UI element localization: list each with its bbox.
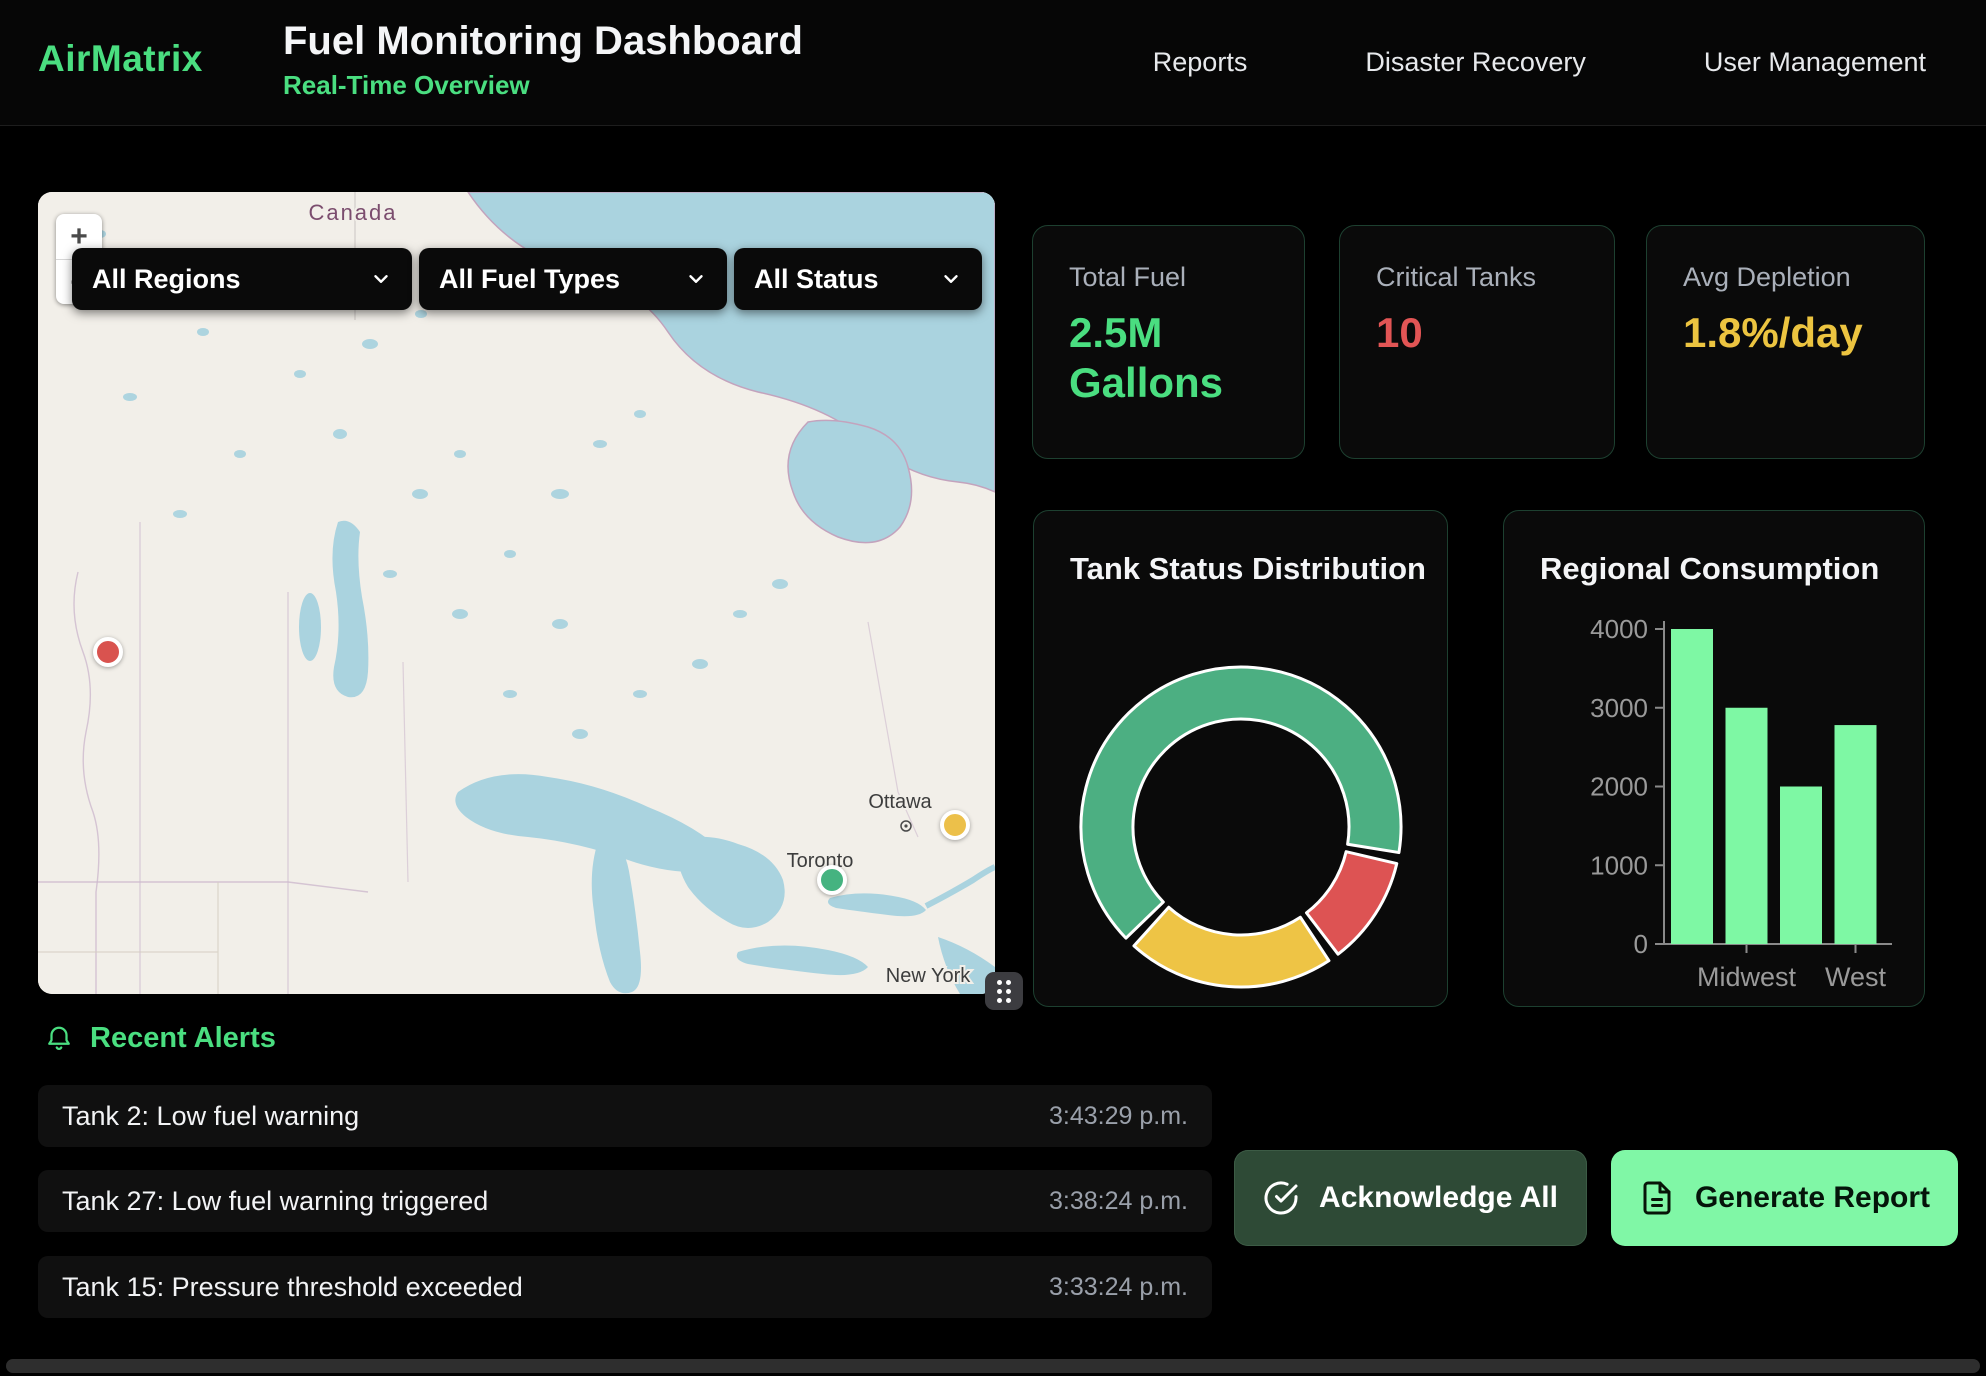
tank-status-donut-chart [1069,655,1413,999]
file-text-icon [1639,1180,1675,1216]
generate-report-button[interactable]: Generate Report [1611,1150,1958,1246]
y-tick-label: 4000 [1590,614,1648,644]
y-tick-label: 0 [1634,929,1648,959]
stat-card-avg-depletion: Avg Depletion 1.8%/day [1646,225,1925,459]
stat-value: 1.8%/day [1683,308,1894,358]
y-tick-label: 2000 [1590,772,1648,802]
map-label-new-york: New York [886,965,971,987]
map-tiles: Canada Ottawa Toronto New York [38,192,995,994]
tank-marker-warning[interactable] [940,810,970,840]
filter-fuel-types-value: All Fuel Types [439,264,620,295]
chevron-down-icon [370,268,392,290]
x-tick-label: Midwest [1697,962,1797,992]
donut-segment-critical [1307,852,1397,955]
stat-value: 2.5M Gallons [1069,308,1274,409]
alert-time: 3:38:24 p.m. [1049,1187,1188,1216]
stat-value: 10 [1376,308,1584,358]
regional-consumption-card: Regional Consumption 01000200030004000Mi… [1503,510,1925,1007]
alert-row[interactable]: Tank 15: Pressure threshold exceeded 3:3… [38,1256,1212,1318]
map-resize-handle[interactable] [985,972,1023,1010]
filter-regions-value: All Regions [92,264,241,295]
y-tick-label: 3000 [1590,693,1648,723]
main-nav: Reports Disaster Recovery User Managemen… [1153,0,1926,125]
horizontal-scrollbar[interactable] [6,1359,1980,1373]
alert-time: 3:43:29 p.m. [1049,1102,1188,1131]
generate-report-label: Generate Report [1695,1181,1930,1215]
acknowledge-all-label: Acknowledge All [1319,1181,1558,1215]
map-label-ottawa: Ottawa [868,791,932,813]
map-label-canada: Canada [308,200,397,225]
consumption-bar [1726,708,1768,944]
page-title: Fuel Monitoring Dashboard [283,18,803,64]
filter-fuel-types-select[interactable]: All Fuel Types [419,248,727,310]
tank-marker-critical[interactable] [93,637,123,667]
nav-disaster-recovery[interactable]: Disaster Recovery [1365,47,1586,78]
map-canvas[interactable]: Canada Ottawa Toronto New York + − All R… [38,192,995,994]
consumption-bar [1671,629,1713,944]
consumption-bar [1835,725,1877,944]
alert-text: Tank 2: Low fuel warning [62,1101,359,1132]
alert-text: Tank 15: Pressure threshold exceeded [62,1272,523,1303]
nav-reports[interactable]: Reports [1153,47,1248,78]
alert-row[interactable]: Tank 27: Low fuel warning triggered 3:38… [38,1170,1212,1232]
stat-card-total-fuel: Total Fuel 2.5M Gallons [1032,225,1305,459]
page-subtitle: Real-Time Overview [283,70,803,101]
map-filters: All Regions All Fuel Types All Status [72,248,982,310]
chevron-down-icon [940,268,962,290]
stat-label: Total Fuel [1069,262,1186,293]
chart-title: Tank Status Distribution [1070,551,1426,587]
app-header: AirMatrix Fuel Monitoring Dashboard Real… [0,0,1986,126]
chevron-down-icon [685,268,707,290]
fuel-monitoring-dashboard: AirMatrix Fuel Monitoring Dashboard Real… [0,0,1986,1376]
check-circle-icon [1263,1180,1299,1216]
y-tick-label: 1000 [1590,850,1648,880]
filter-status-value: All Status [754,264,879,295]
stat-label: Critical Tanks [1376,262,1536,293]
donut-segment-warning [1134,907,1329,987]
regional-consumption-bar-chart: 0 1000 2000 3000 4000 Midwest West [1504,511,1926,1008]
map-label-toronto: Toronto [787,850,854,872]
alert-row[interactable]: Tank 2: Low fuel warning 3:43:29 p.m. [38,1085,1212,1147]
filter-status-select[interactable]: All Status [734,248,982,310]
brand-logo: AirMatrix [38,38,203,80]
bell-icon [44,1024,74,1054]
stat-label: Avg Depletion [1683,262,1851,293]
acknowledge-all-button[interactable]: Acknowledge All [1234,1150,1587,1246]
nav-user-management[interactable]: User Management [1704,47,1926,78]
recent-alerts-header: Recent Alerts [44,1022,276,1055]
tank-status-distribution-card: Tank Status Distribution [1033,510,1448,1007]
consumption-bar [1780,787,1822,945]
title-block: Fuel Monitoring Dashboard Real-Time Over… [283,18,803,101]
alert-time: 3:33:24 p.m. [1049,1273,1188,1302]
alert-text: Tank 27: Low fuel warning triggered [62,1186,488,1217]
filter-regions-select[interactable]: All Regions [72,248,412,310]
stat-card-critical-tanks: Critical Tanks 10 [1339,225,1615,459]
x-tick-label: West [1825,962,1887,992]
recent-alerts-title: Recent Alerts [90,1022,276,1055]
